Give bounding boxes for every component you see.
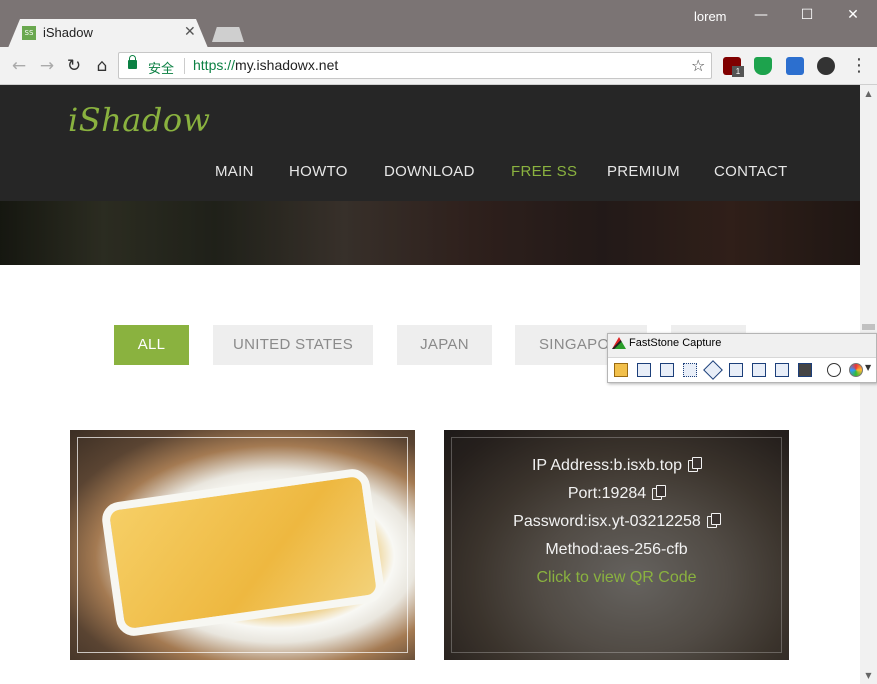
copy-password-icon[interactable] xyxy=(706,513,721,528)
nav-download[interactable]: DOWNLOAD xyxy=(384,163,475,180)
filter-united-states[interactable]: UNITED STATES xyxy=(213,325,373,365)
server-port: Port:19284 xyxy=(567,485,647,502)
server-ip-line: IP Address:b.isxb.top xyxy=(444,457,789,475)
server-password-line: Password:isx.yt-03212258 xyxy=(444,513,789,531)
timer-icon[interactable] xyxy=(827,363,841,377)
browser-toolbar: ← → ↻ ⌂ 安全 https://my.ishadowx.net ☆ 1 ⋮ xyxy=(0,47,877,85)
filter-all[interactable]: ALL xyxy=(114,325,189,365)
faststone-title: FastStone Capture xyxy=(629,337,722,349)
video-icon[interactable] xyxy=(798,363,812,377)
rectangle-icon[interactable] xyxy=(683,363,697,377)
faststone-capture-panel[interactable]: FastStone Capture ▼ xyxy=(607,333,877,383)
back-icon[interactable]: ← xyxy=(8,55,30,77)
new-tab-button[interactable] xyxy=(212,27,244,42)
faststone-dropdown-icon[interactable]: ▼ xyxy=(865,363,871,372)
fullscreen-icon[interactable] xyxy=(729,363,743,377)
home-icon[interactable]: ⌂ xyxy=(91,55,113,77)
window-icon[interactable] xyxy=(637,363,651,377)
object-icon[interactable] xyxy=(660,363,674,377)
ghost-extension-icon[interactable] xyxy=(817,57,835,75)
url-host: my.ishadowx.net xyxy=(235,57,339,73)
scroll-thumb[interactable] xyxy=(862,324,875,330)
browser-menu-icon[interactable]: ⋮ xyxy=(850,55,868,76)
nav-premium[interactable]: PREMIUM xyxy=(607,163,680,180)
fixed-region-icon[interactable] xyxy=(775,363,789,377)
nav-main[interactable]: MAIN xyxy=(215,163,254,180)
url-text[interactable]: https://my.ishadowx.net xyxy=(193,57,338,73)
address-separator xyxy=(184,58,185,74)
tab-close-icon[interactable]: ✕ xyxy=(184,24,196,40)
nav-free-ss[interactable]: FREE SS xyxy=(511,163,577,180)
window-titlebar: SS iShadow ✕ lorem — ☐ ✕ xyxy=(0,0,877,48)
filter-japan[interactable]: JAPAN xyxy=(397,325,492,365)
ublock-extension-icon[interactable]: 1 xyxy=(723,57,744,77)
faststone-toolbar: ▼ xyxy=(608,357,876,382)
scroll-up-icon[interactable]: ▲ xyxy=(860,85,877,102)
copy-ip-icon[interactable] xyxy=(688,457,702,472)
qr-code-link[interactable]: Click to view QR Code xyxy=(444,569,789,587)
shield-extension-icon[interactable] xyxy=(754,57,772,75)
server-password: Password:isx.yt-03212258 xyxy=(513,513,701,530)
site-header: iShadow MAIN HOWTO DOWNLOAD FREE SS PREM… xyxy=(0,85,860,201)
page-scrollbar[interactable]: ▲ ▼ xyxy=(860,85,877,684)
maximize-button[interactable]: ☐ xyxy=(792,4,822,26)
copy-port-icon[interactable] xyxy=(652,485,667,500)
server-port-line: Port:19284 xyxy=(444,485,789,503)
scroll-down-icon[interactable]: ▼ xyxy=(860,667,877,684)
open-icon[interactable] xyxy=(614,363,628,377)
minimize-button[interactable]: — xyxy=(746,4,776,26)
freehand-icon[interactable] xyxy=(703,360,723,380)
food-image-card xyxy=(70,430,415,660)
server-info-card: IP Address:b.isxb.top Port:19284 Passwor… xyxy=(444,430,789,660)
browser-tab[interactable] xyxy=(8,19,208,48)
url-scheme: https:// xyxy=(193,57,236,73)
reload-icon[interactable]: ↻ xyxy=(63,55,85,77)
profile-name[interactable]: lorem xyxy=(694,9,727,24)
faststone-logo-icon xyxy=(612,337,626,349)
hero-banner-image xyxy=(0,201,860,265)
server-ip: IP Address:b.isxb.top xyxy=(531,457,682,474)
page-content: iShadow MAIN HOWTO DOWNLOAD FREE SS PREM… xyxy=(0,85,860,684)
site-logo[interactable]: iShadow xyxy=(68,101,210,139)
tab-title[interactable]: iShadow xyxy=(43,25,93,40)
bookmark-star-icon[interactable]: ☆ xyxy=(691,56,705,75)
address-bar[interactable]: 安全 https://my.ishadowx.net ☆ xyxy=(118,52,712,79)
tab-favicon-icon: SS xyxy=(22,26,36,40)
paint-icon[interactable] xyxy=(849,363,863,377)
nav-contact[interactable]: CONTACT xyxy=(714,163,787,180)
extension-badge: 1 xyxy=(732,66,744,77)
lock-icon xyxy=(128,55,137,69)
save-extension-icon[interactable] xyxy=(786,57,804,75)
scrolling-icon[interactable] xyxy=(752,363,766,377)
server-method: Method:aes-256-cfb xyxy=(545,541,688,558)
security-label: 安全 xyxy=(148,61,175,76)
nav-howto[interactable]: HOWTO xyxy=(289,163,348,180)
close-window-button[interactable]: ✕ xyxy=(838,4,868,26)
forward-icon[interactable]: → xyxy=(36,55,58,77)
